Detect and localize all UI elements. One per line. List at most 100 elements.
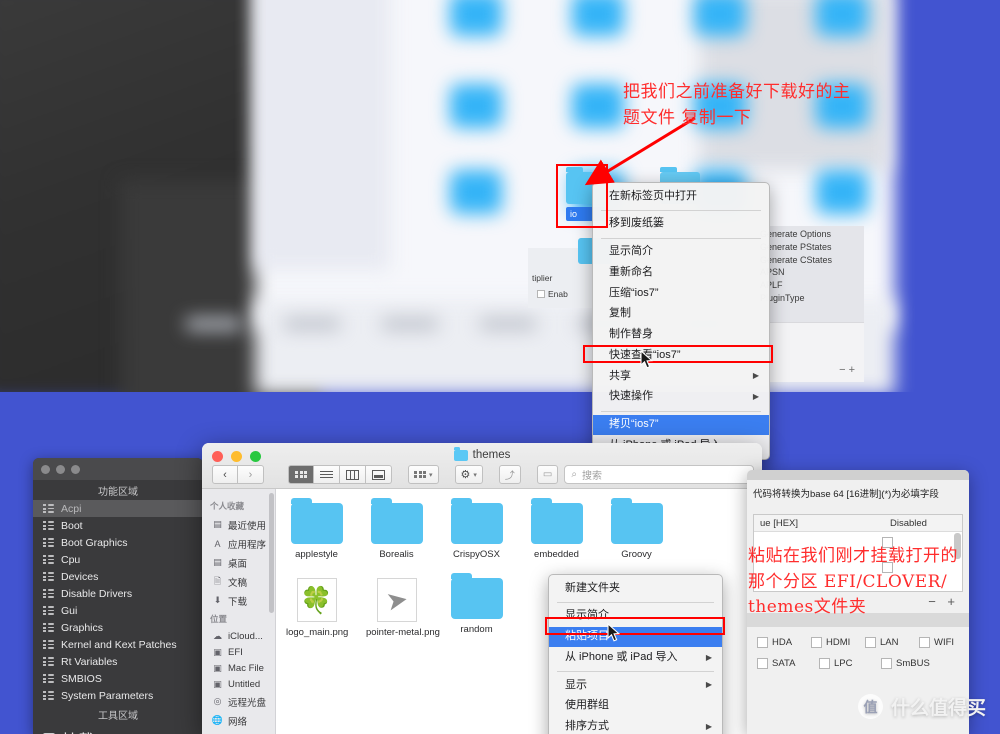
- checkbox-box[interactable]: [865, 637, 876, 648]
- enable-checkbox[interactable]: [537, 290, 545, 298]
- menu-item-rename[interactable]: 重新命名: [593, 262, 769, 283]
- sidebar-item-system-parameters[interactable]: System Parameters: [33, 687, 203, 704]
- sidebar-item-mac-file[interactable]: ▣ Mac File: [202, 660, 275, 676]
- back-button[interactable]: ‹: [212, 465, 238, 484]
- checkbox-box[interactable]: [811, 637, 822, 648]
- desktop-icon: ▤: [213, 557, 222, 567]
- prop-apsn: APSN: [760, 267, 785, 278]
- network-icon: 🌐: [211, 715, 224, 725]
- share-button[interactable]: ⤴: [498, 465, 521, 484]
- checkbox-lpc[interactable]: LPC: [819, 658, 869, 669]
- finder-toolbar-controls[interactable]: ‹ › ▾ ⚙ ▾ ⤴ ▭ ⌕ 搜索: [212, 465, 754, 484]
- checkbox-smbus[interactable]: SmBUS: [881, 658, 931, 669]
- sidebar-item-documents[interactable]: 🗎 文稿: [202, 572, 275, 591]
- finder-toolbar[interactable]: themes ‹ › ▾ ⚙ ▾ ⤴ ▭ ⌕ 搜索: [202, 443, 762, 489]
- checkbox-box[interactable]: [757, 637, 768, 648]
- menu-item-quick-actions[interactable]: 快速操作 ▶: [593, 387, 769, 408]
- sidebar-item-mount-efi[interactable]: ▤ 挂载EFI: [33, 724, 203, 734]
- file-item-pointer-metal-png[interactable]: ➤ pointer-metal.png: [366, 578, 440, 638]
- sidebar-item-icloud[interactable]: ☁ iCloud...: [202, 628, 275, 644]
- menu-item-compress[interactable]: 压缩“ios7”: [593, 283, 769, 304]
- sidebar-item-devices[interactable]: Devices: [33, 568, 203, 585]
- window-traffic-lights[interactable]: [41, 464, 80, 474]
- menu-item-make-alias[interactable]: 制作替身: [593, 325, 769, 346]
- file-item-groovy[interactable]: Groovy: [606, 498, 667, 560]
- menu-item-duplicate[interactable]: 复制: [593, 304, 769, 325]
- checkbox-box[interactable]: [881, 658, 892, 669]
- menu-item-copy-ios7[interactable]: 拷贝“ios7”: [593, 414, 769, 436]
- optical-disc-icon: ◎: [213, 696, 222, 706]
- checkbox-lan[interactable]: LAN: [865, 637, 907, 648]
- file-item-applestyle[interactable]: applestyle: [286, 498, 347, 560]
- sidebar-item-efi[interactable]: ▣ EFI: [202, 644, 275, 660]
- list-icon: [43, 674, 54, 683]
- close-button[interactable]: [41, 464, 50, 474]
- sidebar-item-disable-drivers[interactable]: Disable Drivers: [33, 585, 203, 602]
- zoom-button[interactable]: [71, 464, 80, 474]
- menu-item-move-to-trash[interactable]: 移到废纸篓: [593, 214, 769, 235]
- sidebar-item-kernel-and-kext-patches[interactable]: Kernel and Kext Patches: [33, 636, 203, 653]
- clover-titlebar[interactable]: [33, 458, 203, 480]
- disk-icon: ▣: [213, 646, 222, 657]
- menu-item-get-info[interactable]: 显示简介: [593, 242, 769, 263]
- group-by-button[interactable]: ▾: [408, 465, 439, 484]
- sidebar-item-rt-variables[interactable]: Rt Variables: [33, 653, 203, 670]
- sidebar-item-remote-disc[interactable]: ◎ 远程光盘: [202, 692, 275, 711]
- menu-label: 排序方式: [565, 720, 609, 732]
- finder-sidebar[interactable]: 个人收藏 ▤ 最近使用 A 应用程序 ▤ 桌面 🗎 文稿 ⬇ 下载 位置 ☁ i…: [202, 489, 276, 734]
- menu-item-sort-by[interactable]: 排序方式 ▶: [549, 717, 722, 734]
- forward-button[interactable]: ›: [238, 465, 264, 484]
- view-mode-segmented-control[interactable]: [288, 465, 392, 484]
- sidebar-item-cpu[interactable]: Cpu: [33, 551, 203, 568]
- sidebar-item-boot-graphics[interactable]: Boot Graphics: [33, 534, 203, 551]
- sidebar-item-downloads[interactable]: ⬇ 下载: [202, 591, 275, 610]
- checkbox-label: LPC: [834, 658, 853, 669]
- menu-item-use-groups[interactable]: 使用群组: [549, 696, 722, 717]
- menu-item-share[interactable]: 共享 ▶: [593, 366, 769, 387]
- icon-view-button[interactable]: [288, 465, 314, 484]
- sidebar-item-smbios[interactable]: SMBIOS: [33, 670, 203, 687]
- file-item-random[interactable]: random: [446, 573, 507, 638]
- sidebar-item-gui[interactable]: Gui: [33, 602, 203, 619]
- plus-minus-controls-top[interactable]: −+: [839, 364, 858, 376]
- tag-button[interactable]: ▭: [536, 465, 559, 484]
- sidebar-item-applications[interactable]: A 应用程序: [202, 534, 275, 553]
- sidebar-item-network[interactable]: 🌐 网络: [202, 711, 275, 730]
- menu-item-view[interactable]: 显示 ▶: [549, 675, 722, 696]
- minimize-button[interactable]: [56, 464, 65, 474]
- checkbox-wifi[interactable]: WIFI: [919, 637, 961, 648]
- sidebar-item-desktop[interactable]: ▤ 桌面: [202, 553, 275, 572]
- sidebar-item-recents[interactable]: ▤ 最近使用: [202, 515, 275, 534]
- device-checkbox-group[interactable]: HDA HDMI LAN WIFI SATA LPC SmBUS: [747, 627, 969, 669]
- file-item-logo-main-png[interactable]: 🍀 logo_main.png: [286, 578, 348, 638]
- clover-configurator-window[interactable]: 功能区域 Acpi Boot Boot Graphics Cpu Devices: [33, 458, 203, 734]
- file-item-crispyosx[interactable]: CrispyOSX: [446, 498, 507, 560]
- checkbox-sata[interactable]: SATA: [757, 658, 807, 669]
- checkbox-box[interactable]: [919, 637, 930, 648]
- sidebar-item-acpi[interactable]: Acpi: [33, 500, 203, 517]
- sidebar-item-boot[interactable]: Boot: [33, 517, 203, 534]
- clover-nav-list[interactable]: Acpi Boot Boot Graphics Cpu Devices Disa…: [33, 500, 203, 704]
- checkbox-box[interactable]: [819, 658, 830, 669]
- checkbox-hda[interactable]: HDA: [757, 637, 799, 648]
- file-item-embedded[interactable]: embedded: [526, 498, 587, 560]
- context-menu-copy[interactable]: 在新标签页中打开 移到废纸篓 显示简介 重新命名 压缩“ios7” 复制 制作替…: [592, 182, 770, 460]
- action-menu-button[interactable]: ⚙ ▾: [454, 465, 483, 484]
- context-menu-paste[interactable]: 新建文件夹 显示简介 粘贴项目 从 iPhone 或 iPad 导入 ▶ 显示 …: [548, 574, 723, 734]
- sidebar-item-untitled[interactable]: ▣ Untitled: [202, 676, 275, 692]
- screenshot-root: Generate Options Generate PStates Genera…: [0, 0, 1000, 734]
- list-view-button[interactable]: [314, 465, 340, 484]
- search-input[interactable]: ⌕ 搜索: [564, 465, 754, 484]
- gallery-view-button[interactable]: [366, 465, 392, 484]
- sidebar-item-graphics[interactable]: Graphics: [33, 619, 203, 636]
- checkbox-hdmi[interactable]: HDMI: [811, 637, 853, 648]
- menu-item-import-from-iphone[interactable]: 从 iPhone 或 iPad 导入 ▶: [549, 647, 722, 668]
- menu-separator: [601, 237, 761, 239]
- sidebar-item-label: 最近使用: [228, 520, 267, 532]
- config-panel-titlebar[interactable]: [747, 470, 969, 480]
- file-item-borealis[interactable]: Borealis: [366, 498, 427, 560]
- column-view-button[interactable]: [340, 465, 366, 484]
- sidebar-scrollbar[interactable]: [269, 493, 274, 613]
- checkbox-box[interactable]: [757, 658, 768, 669]
- menu-item-new-folder[interactable]: 新建文件夹: [549, 578, 722, 599]
